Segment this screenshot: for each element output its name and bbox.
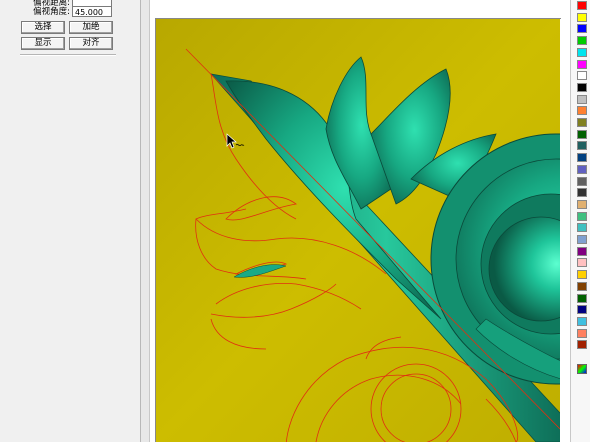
color-swatch[interactable] (577, 188, 587, 198)
color-palette (570, 0, 590, 442)
color-swatch[interactable] (577, 82, 587, 92)
color-swatch[interactable] (577, 281, 587, 291)
color-swatch[interactable] (577, 316, 587, 326)
offset-angle-input[interactable]: 45.000 (72, 6, 112, 17)
color-swatch[interactable] (577, 118, 587, 127)
offset-angle-row: 偏视角度: 45.000 (22, 6, 112, 18)
palette-icon[interactable] (577, 364, 587, 374)
color-swatch[interactable] (577, 141, 587, 151)
color-swatch[interactable] (577, 293, 587, 303)
align-button[interactable]: 对齐 (69, 37, 113, 50)
arrow-cursor-icon (226, 133, 245, 149)
color-swatch[interactable] (577, 223, 587, 233)
color-swatch[interactable] (577, 164, 587, 174)
color-swatch[interactable] (577, 270, 587, 280)
color-swatch[interactable] (577, 106, 587, 116)
panel-divider (20, 54, 116, 56)
color-swatch[interactable] (577, 305, 587, 315)
panel-scrollbar[interactable] (141, 0, 150, 442)
color-swatch[interactable] (577, 340, 587, 350)
add-button[interactable]: 加绝 (69, 21, 113, 34)
color-swatch[interactable] (577, 59, 587, 69)
color-swatch[interactable] (577, 12, 587, 22)
color-swatch[interactable] (577, 71, 587, 81)
color-swatch[interactable] (577, 129, 587, 139)
offset-angle-label: 偏视角度: (33, 7, 70, 17)
color-swatch[interactable] (577, 24, 587, 34)
color-swatch[interactable] (577, 36, 587, 46)
select-button[interactable]: 选择 (21, 21, 65, 34)
show-button[interactable]: 显示 (21, 37, 65, 50)
color-swatch[interactable] (577, 153, 587, 163)
color-swatch[interactable] (577, 176, 587, 186)
color-swatch[interactable] (577, 47, 587, 57)
color-swatch[interactable] (577, 199, 587, 209)
color-swatch[interactable] (577, 246, 587, 256)
property-panel: 偏视距离: 偏视角度: 45.000 选择 加绝 显示 对齐 (0, 0, 141, 442)
color-swatch[interactable] (577, 235, 587, 244)
color-swatch[interactable] (577, 94, 587, 104)
color-swatch[interactable] (577, 258, 587, 268)
color-swatch[interactable] (577, 211, 587, 221)
relief-canvas[interactable] (156, 19, 560, 442)
color-swatch[interactable] (577, 1, 587, 10)
color-swatch[interactable] (577, 328, 587, 338)
